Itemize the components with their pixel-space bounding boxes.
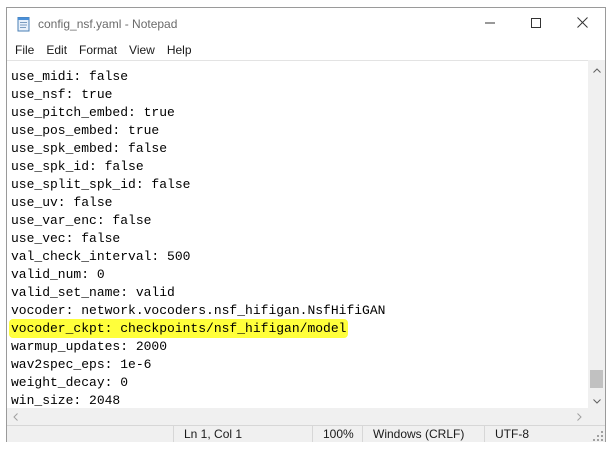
line-text: use_pitch_embed: true [11,105,175,120]
scroll-up-button[interactable] [588,60,605,77]
line-text: val_check_interval: 500 [11,249,191,264]
vertical-scroll-thumb[interactable] [590,370,603,388]
line-text: use_vec: false [11,231,121,246]
scroll-right-button[interactable] [571,408,588,425]
minimize-icon [485,15,495,33]
text-line: win_size: 2048 [7,392,385,409]
scroll-down-button[interactable] [588,391,605,408]
text-line: val_check_interval: 500 [7,248,385,266]
text-line: use_vec: false [7,230,385,248]
text-line: wav2spec_eps: 1e-6 [7,356,385,374]
highlighted-text-line: vocoder_ckpt: checkpoints/nsf_hifigan/mo… [7,320,385,338]
zoom-level: 100% [312,426,363,442]
text-line: use_uv: false [7,194,385,212]
scrollbar-corner [588,408,605,425]
line-text: valid_num: 0 [11,267,105,282]
text-line: use_midi: false [7,68,385,86]
line-text: warmup_updates: 2000 [11,339,168,354]
menu-view[interactable]: View [123,40,161,60]
window-title: config_nsf.yaml - Notepad [38,17,178,31]
text-line: valid_set_name: valid [7,284,385,302]
editor-lines: use_midi: false use_nsf: true use_pitch_em… [7,68,385,409]
text-line: use_nsf: true [7,86,385,104]
maximize-button[interactable] [513,8,559,40]
line-text: use_pos_embed: true [11,123,160,138]
text-line: weight_decay: 0 [7,374,385,392]
text-line: use_split_spk_id: false [7,176,385,194]
maximize-icon [531,15,541,33]
close-icon [576,15,588,33]
line-text: use_var_enc: false [11,213,152,228]
close-button[interactable] [559,8,605,40]
menu-edit[interactable]: Edit [40,40,73,60]
line-ending: Windows (CRLF) [362,426,485,442]
line-text: weight_decay: 0 [11,375,129,390]
line-text: use_uv: false [11,195,113,210]
text-line: use_pitch_embed: true [7,104,385,122]
menu-format[interactable]: Format [73,40,123,60]
vertical-scrollbar[interactable] [588,60,605,408]
line-text: win_size: 2048 [11,393,121,408]
line-text: use_spk_id: false [11,159,144,174]
notepad-window: config_nsf.yaml - Notepad File Edit Form… [6,7,606,442]
text-line: use_spk_embed: false [7,140,385,158]
arrow-left-icon [13,408,18,426]
line-text: wav2spec_eps: 1e-6 [11,357,152,372]
line-text: valid_set_name: valid [11,285,175,300]
scroll-left-button[interactable] [7,408,24,425]
line-text: use_spk_embed: false [11,141,168,156]
text-line: use_pos_embed: true [7,122,385,140]
horizontal-scrollbar[interactable] [7,408,588,425]
line-text: vocoder: network.vocoders.nsf_hifigan.Ns… [11,303,386,318]
arrow-right-icon [577,408,582,426]
minimize-button[interactable] [467,8,513,40]
menu-file[interactable]: File [9,40,40,60]
title-bar[interactable]: config_nsf.yaml - Notepad [7,8,605,40]
menu-bar: File Edit Format View Help [7,40,605,60]
line-text: use_midi: false [11,69,129,84]
line-text: vocoder_ckpt: checkpoints/nsf_hifigan/mo… [11,321,347,336]
encoding: UTF-8 [484,426,575,442]
resize-grip-icon[interactable] [592,429,604,441]
line-text: use_nsf: true [11,87,113,102]
arrow-down-icon [592,391,601,409]
status-bar: Ln 1, Col 1 100% Windows (CRLF) UTF-8 [7,425,605,442]
text-line: use_var_enc: false [7,212,385,230]
text-line: use_spk_id: false [7,158,385,176]
menu-help[interactable]: Help [161,40,198,60]
arrow-up-icon [592,60,601,78]
text-editor[interactable]: use_midi: false use_nsf: true use_pitch_em… [7,60,588,409]
text-line: warmup_updates: 2000 [7,338,385,356]
cursor-position: Ln 1, Col 1 [173,426,313,442]
text-line: vocoder: network.vocoders.nsf_hifigan.Ns… [7,302,385,320]
notepad-icon [16,16,32,32]
text-line: valid_num: 0 [7,266,385,284]
line-text: use_split_spk_id: false [11,177,191,192]
